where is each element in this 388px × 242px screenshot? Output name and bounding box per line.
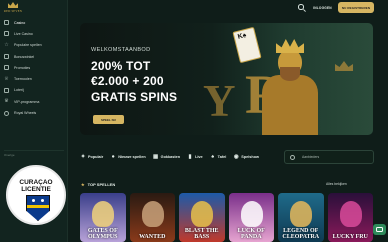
game-artwork [339,201,362,227]
chat-icon [376,227,383,232]
game-artwork [191,201,213,227]
tab-live[interactable]: ▮ Live [187,154,203,160]
category-tabs: ✦ Populair ● Nieuwe spellen ▦ Gokkasten ▮ Li… [80,150,280,164]
tab-popular[interactable]: ✦ Populair [80,154,104,160]
tab-slots[interactable]: ▦ Gokkasten [153,154,180,160]
sidebar-item-label: VIP-programma [14,99,40,104]
shop-icon [4,54,9,60]
sidebar-item-royal-wheels[interactable]: Royal Wheels [4,107,66,118]
game-title: LUCK OF PANDA [237,228,265,240]
sidebar-item-lottery[interactable]: Loterij [4,85,66,96]
sidebar-item-bonus-shop[interactable]: Bonuswinkel [4,51,66,62]
badge-line2: LICENTIE [21,186,51,193]
game-title: WANTED [139,234,166,240]
banner-headline-line1: 200% TOT [91,59,151,73]
gift-icon [4,65,9,71]
sidebar-item-vip[interactable]: ♛ VIP-programma [4,96,66,107]
banner-cta-button[interactable]: SPEEL NU [93,115,124,124]
game-title: GATES OF OLYMPUS [87,228,118,240]
top-games-row: GATES OF OLYMPUS WANTED BLAST THE BASS LUCK… [80,193,373,242]
crown-icon: ♛ [4,98,9,105]
sidebar-item-label: Loterij [14,88,24,93]
banner-kicker: WELKOMSTAANBOD [91,47,151,53]
slots-icon: ▦ [153,154,159,160]
tab-label: Gokkasten [160,155,181,159]
welcome-offer-banner[interactable]: Y R K♠ WELKOMSTAANBOD 200% TOT €2.000 + … [80,23,373,135]
live-icon [4,31,9,37]
game-title: LEGEND OF CLEOPATRA [282,228,320,240]
table-icon: ♠ [211,154,215,160]
game-tile[interactable]: LUCKY FRU [327,193,373,242]
sidebar-item-label: Promoties [14,65,31,70]
sidebar-nav: Casino Live Casino ☆ Populaire spellen Bo… [4,17,66,119]
top-games-heading: ★ TOP SPELLEN [81,182,115,187]
game-title: LUCKY FRU [332,234,368,240]
sidebar-item-label: Live Casino [14,31,33,36]
see-all-link[interactable]: Alles bekijken [326,182,347,186]
curacao-license-badge[interactable]: CURAÇAO LICENTIE [6,165,66,225]
provider-search-placeholder: Aanbieders [302,155,320,159]
provider-search-input[interactable]: Aanbieders [284,150,374,164]
banner-crown-icon [335,61,353,71]
ticket-icon [4,87,9,93]
sidebar-item-label: Toernooien [14,77,32,82]
sidebar-item-label: Casino [14,20,26,25]
game-artwork [290,201,312,227]
banner-headline-line3: GRATIS SPINS [91,90,178,104]
tab-label: Populair [88,155,104,159]
game-title: BLAST THE BASS [184,228,219,240]
game-tile[interactable]: GATES OF OLYMPUS [80,193,126,242]
chat-button[interactable] [373,224,386,235]
cards-icon [4,20,9,26]
tab-new-games[interactable]: ● Nieuwe spellen [110,154,146,160]
login-button[interactable]: INLOGGEN [310,2,335,13]
crown-logo-icon [8,2,18,8]
sidebar-item-promotions[interactable]: Promoties [4,62,66,73]
trophy-icon: ♕ [4,75,9,82]
playing-card-rank: K♠ [237,31,248,41]
game-artwork [240,201,263,227]
top-games-title: TOP SPELLEN [87,182,116,187]
sidebar-divider [4,150,64,151]
banner-letter-decoration: Y [203,76,236,126]
curacao-flag-shield-icon [26,195,50,221]
sidebar-item-tournaments[interactable]: ♕ Toernooien [4,73,66,84]
sidebar-item-label: Bonuswinkel [14,54,35,59]
star-icon: ★ [81,182,85,187]
game-tile[interactable]: BLAST THE BASS [179,193,225,242]
brand-logo[interactable]: RED SEVEN [3,2,23,15]
show-icon: ◉ [233,154,239,160]
brand-logo-text: RED SEVEN [3,9,23,13]
live-icon: ▮ [188,154,192,160]
tab-label: Spelshow [241,155,259,159]
game-artwork [141,201,164,227]
playing-card-image: K♠ [232,26,262,64]
sidebar-item-popular[interactable]: ☆ Populaire spellen [4,40,66,51]
search-icon[interactable] [298,4,306,12]
king-character-image [260,37,320,135]
tab-label: Live [195,155,203,159]
badge-line1: CURAÇAO [19,179,53,186]
sidebar-item-casino[interactable]: Casino [4,17,66,28]
tab-table[interactable]: ♠ Tafel [210,154,227,160]
search-icon [290,155,295,160]
sidebar-item-label: Royal Wheels [14,111,37,116]
tab-label: Tafel [217,155,227,159]
wheel-icon [4,110,9,116]
game-tile[interactable]: LUCK OF PANDA [228,193,274,242]
tab-label: Nieuwe spellen [118,155,146,159]
register-button[interactable]: NU REGISTREREN [338,2,374,13]
game-artwork [92,201,114,227]
sidebar-item-label: Populaire spellen [14,43,42,48]
flame-icon: ✦ [80,154,86,160]
game-tile[interactable]: LEGEND OF CLEOPATRA [278,193,324,242]
star-icon: ☆ [4,41,9,48]
sidebar-item-live-casino[interactable]: Live Casino [4,28,66,39]
new-icon: ● [111,154,115,160]
sidebar-section-label: Overige [4,153,15,157]
tab-game-show[interactable]: ◉ Spelshow [233,154,259,160]
banner-headline-line2: €2.000 + 200 [91,74,164,88]
game-tile[interactable]: WANTED [129,193,175,242]
